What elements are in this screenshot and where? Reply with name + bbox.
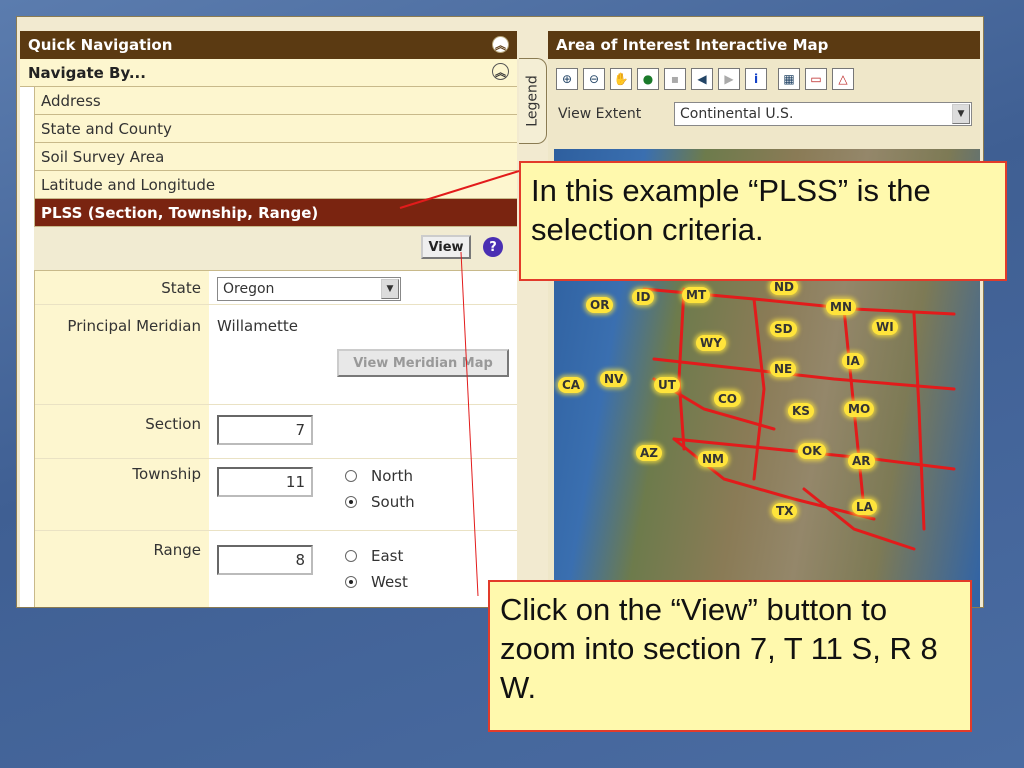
navigate-by-title: Navigate By...: [28, 63, 146, 82]
range-label: Range: [35, 531, 209, 607]
globe-icon[interactable]: ●: [637, 68, 659, 90]
state-label-mn: MN: [826, 299, 856, 315]
callout-view-button: Click on the “View” button to zoom into …: [488, 580, 972, 732]
nav-item-plss[interactable]: PLSS (Section, Township, Range): [35, 199, 517, 227]
range-west-radio[interactable]: West: [345, 573, 408, 591]
section-row: Section 7: [35, 405, 517, 459]
state-label-az: AZ: [636, 445, 662, 461]
legend-tab[interactable]: Legend: [519, 58, 547, 144]
state-label-ks: KS: [788, 403, 814, 419]
radio-selected-icon[interactable]: [345, 576, 357, 588]
info-icon[interactable]: i: [745, 68, 767, 90]
state-select-value: Oregon: [223, 281, 275, 297]
map-panel-header: Area of Interest Interactive Map: [548, 31, 980, 59]
state-label-la: LA: [852, 499, 877, 515]
state-label-ut: UT: [654, 377, 680, 393]
nav-item-soil-survey-area[interactable]: Soil Survey Area: [35, 143, 517, 171]
state-label-ne: NE: [770, 361, 797, 377]
township-label: Township: [35, 459, 209, 530]
aoi-define-icon[interactable]: ▭: [805, 68, 827, 90]
collapse-icon[interactable]: ︽: [492, 63, 509, 80]
view-button[interactable]: View: [421, 235, 471, 259]
range-input[interactable]: 8: [217, 545, 313, 575]
view-extent-value: Continental U.S.: [680, 106, 794, 122]
township-north-radio[interactable]: North: [345, 467, 413, 485]
township-input[interactable]: 11: [217, 467, 313, 497]
help-icon[interactable]: ?: [483, 237, 503, 257]
layers-icon[interactable]: ▦: [778, 68, 800, 90]
quick-navigation-title: Quick Navigation: [28, 36, 173, 54]
callout-plss-selection: In this example “PLSS” is the selection …: [519, 161, 1007, 281]
south-label: South: [371, 493, 415, 511]
north-label: North: [371, 467, 413, 485]
state-value-cell: Oregon ▼: [209, 271, 517, 304]
pan-hand-icon[interactable]: ✋: [610, 68, 632, 90]
state-label-nm: NM: [698, 451, 728, 467]
state-label-co: CO: [714, 391, 742, 407]
state-label-mt: MT: [682, 287, 711, 303]
view-meridian-map-button[interactable]: View Meridian Map: [337, 349, 509, 377]
state-label-sd: SD: [770, 321, 797, 337]
township-value-cell: 11 North South: [209, 459, 517, 530]
meridian-value: Willamette: [217, 317, 299, 335]
navigate-by-list: Address State and County Soil Survey Are…: [34, 87, 517, 227]
radio-icon[interactable]: [345, 550, 357, 562]
state-label: State: [35, 271, 209, 304]
legend-tab-label: Legend: [524, 75, 541, 127]
aoi-clear-icon[interactable]: △: [832, 68, 854, 90]
quick-navigation-header[interactable]: Quick Navigation ︽: [20, 31, 517, 59]
quick-navigation-panel: Quick Navigation ︽ Navigate By... ︽ Addr…: [20, 31, 517, 607]
radio-icon[interactable]: [345, 470, 357, 482]
west-label: West: [371, 573, 408, 591]
navigate-by-header[interactable]: Navigate By... ︽: [20, 59, 517, 87]
state-label-wy: WY: [696, 335, 726, 351]
meridian-value-cell: Willamette View Meridian Map: [209, 305, 517, 404]
range-row: Range 8 East West: [35, 531, 517, 607]
view-extent-label: View Extent: [558, 106, 642, 122]
map-toolbar: ⊕ ⊖ ✋ ● ▪ ◀ ▶ i ▦ ▭ △: [548, 59, 980, 99]
plss-form: State Oregon ▼ Principal Meridian Willam…: [34, 271, 517, 607]
state-select[interactable]: Oregon ▼: [217, 277, 401, 301]
state-label-mo: MO: [844, 401, 875, 417]
state-label-nv: NV: [600, 371, 628, 387]
nav-item-lat-long[interactable]: Latitude and Longitude: [35, 171, 517, 199]
state-row: State Oregon ▼: [35, 271, 517, 305]
range-east-radio[interactable]: East: [345, 547, 403, 565]
view-extent-row: View Extent Continental U.S. ▼: [548, 99, 980, 129]
dropdown-arrow-icon[interactable]: ▼: [381, 279, 399, 299]
map-panel-title: Area of Interest Interactive Map: [556, 36, 829, 54]
state-label-ar: AR: [848, 453, 875, 469]
aoi-icon[interactable]: ▪: [664, 68, 686, 90]
state-label-or: OR: [586, 297, 614, 313]
range-value-cell: 8 East West: [209, 531, 517, 607]
township-row: Township 11 North South: [35, 459, 517, 531]
state-label-id: ID: [632, 289, 655, 305]
zoom-out-icon[interactable]: ⊖: [583, 68, 605, 90]
section-value-cell: 7: [209, 405, 517, 458]
east-label: East: [371, 547, 404, 565]
view-extent-select[interactable]: Continental U.S. ▼: [674, 102, 972, 126]
township-south-radio[interactable]: South: [345, 493, 415, 511]
section-label: Section: [35, 405, 209, 458]
forward-arrow-icon[interactable]: ▶: [718, 68, 740, 90]
nav-item-address[interactable]: Address: [35, 87, 517, 115]
collapse-icon[interactable]: ︽: [492, 36, 509, 53]
state-label-ok: OK: [798, 443, 826, 459]
state-label-ca: CA: [558, 377, 585, 393]
back-arrow-icon[interactable]: ◀: [691, 68, 713, 90]
zoom-in-icon[interactable]: ⊕: [556, 68, 578, 90]
meridian-label: Principal Meridian: [35, 305, 209, 404]
nav-item-state-county[interactable]: State and County: [35, 115, 517, 143]
section-input[interactable]: 7: [217, 415, 313, 445]
meridian-row: Principal Meridian Willamette View Merid…: [35, 305, 517, 405]
state-label-tx: TX: [772, 503, 798, 519]
view-bar: View ?: [34, 227, 517, 271]
map-panel: Area of Interest Interactive Map ⊕ ⊖ ✋ ●…: [548, 31, 980, 607]
state-label-ia: IA: [842, 353, 864, 369]
radio-selected-icon[interactable]: [345, 496, 357, 508]
dropdown-arrow-icon[interactable]: ▼: [952, 104, 970, 124]
state-label-nd: ND: [770, 279, 799, 295]
state-label-wi: WI: [872, 319, 898, 335]
